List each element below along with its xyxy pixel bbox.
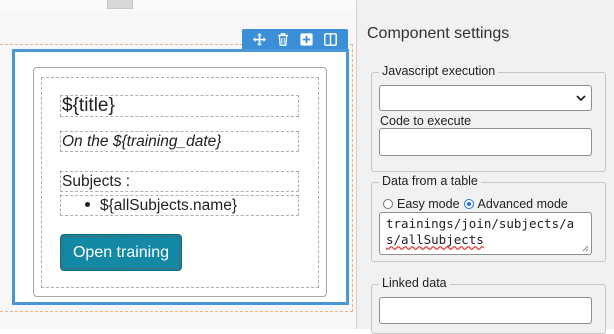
query-line: s/allSubjects [386, 232, 484, 247]
code-to-execute-input[interactable] [379, 128, 592, 156]
resize-grip-icon[interactable] [582, 245, 589, 252]
columns-icon[interactable] [321, 31, 339, 49]
table-query-textarea[interactable]: trainings/join/subjects/a s/allSubjects [379, 212, 592, 255]
subjects-list[interactable]: ${allSubjects.name} [60, 195, 299, 216]
group-legend: Javascript execution [379, 64, 499, 78]
mode-radio-group: Easy mode Advanced mode [383, 197, 568, 211]
trash-icon[interactable] [274, 31, 292, 49]
training-date[interactable]: On the ${training_date} [60, 131, 299, 152]
panel-title: Component settings [367, 25, 510, 42]
subjects-list-item: ${allSubjects.name} [100, 196, 238, 214]
group-legend: Linked data [379, 276, 450, 290]
group-legend: Data from a table [379, 174, 481, 188]
plus-icon[interactable] [298, 31, 316, 49]
bullet-icon [85, 202, 90, 207]
top-tab-handle[interactable] [107, 0, 133, 9]
advanced-mode-radio[interactable] [463, 199, 474, 209]
training-title[interactable]: ${title} [60, 95, 299, 117]
chevron-down-icon [576, 95, 586, 102]
component-toolbar [242, 29, 348, 50]
open-training-button[interactable]: Open training [60, 234, 182, 271]
easy-mode-radio[interactable] [383, 199, 393, 209]
javascript-select[interactable] [379, 85, 592, 111]
advanced-mode-label[interactable]: Advanced mode [478, 197, 568, 211]
move-icon[interactable] [251, 31, 269, 49]
linked-data-input[interactable] [379, 297, 592, 324]
code-to-execute-label: Code to execute [380, 114, 472, 128]
subjects-label[interactable]: Subjects : [60, 171, 299, 192]
easy-mode-label[interactable]: Easy mode [397, 197, 460, 211]
query-line: trainings/join/subjects/a [386, 216, 575, 231]
